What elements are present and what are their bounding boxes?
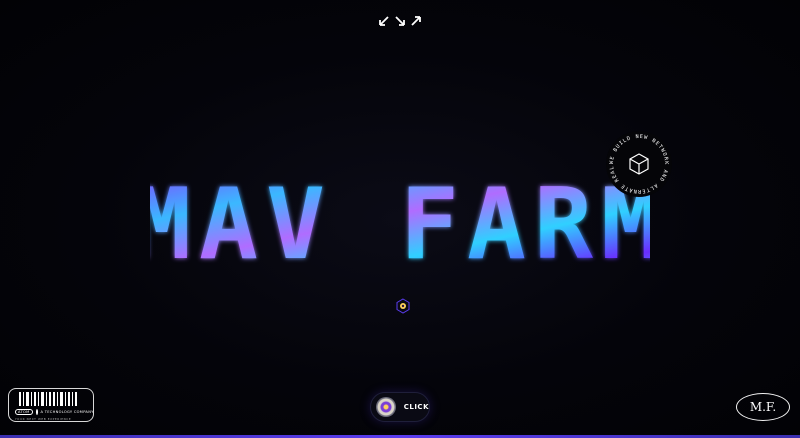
center-cursor [395,298,411,314]
disc-icon [376,397,396,417]
brand-logo-card[interactable]: ATOM A TECHNOLOGY COMPANY YOUR NEXT WEB … [8,388,94,422]
diagonal-arrow-icon[interactable] [394,12,406,26]
logo-tagline: A TECHNOLOGY COMPANY [40,410,94,414]
hero-title-text: MAV FARM [150,168,650,278]
hero-title: MAV FARM [150,168,650,278]
atom-dot-icon [35,409,38,415]
logo-brand: ATOM [15,409,33,415]
mf-button-label: M.F. [749,400,777,414]
hero-stage: MAV FARM WE BUILD NEW NETWORK AND ALTERN… [0,0,800,438]
collapse-arrow-icon[interactable] [378,12,390,26]
expand-arrow-icon[interactable] [410,12,422,26]
atom-dot-icon [396,298,410,314]
mf-menu-button[interactable]: M.F. [736,393,790,421]
barcode-icon [19,392,87,406]
logo-subtext: YOUR NEXT WEB EXPERIENCE [15,417,72,421]
click-button-label: CLICK [403,403,429,411]
top-arrow-controls[interactable] [378,11,422,26]
click-button[interactable]: CLICK [370,392,430,422]
rotating-badge[interactable]: WE BUILD NEW NETWORK AND ALTERNATE REALI… [603,126,673,198]
